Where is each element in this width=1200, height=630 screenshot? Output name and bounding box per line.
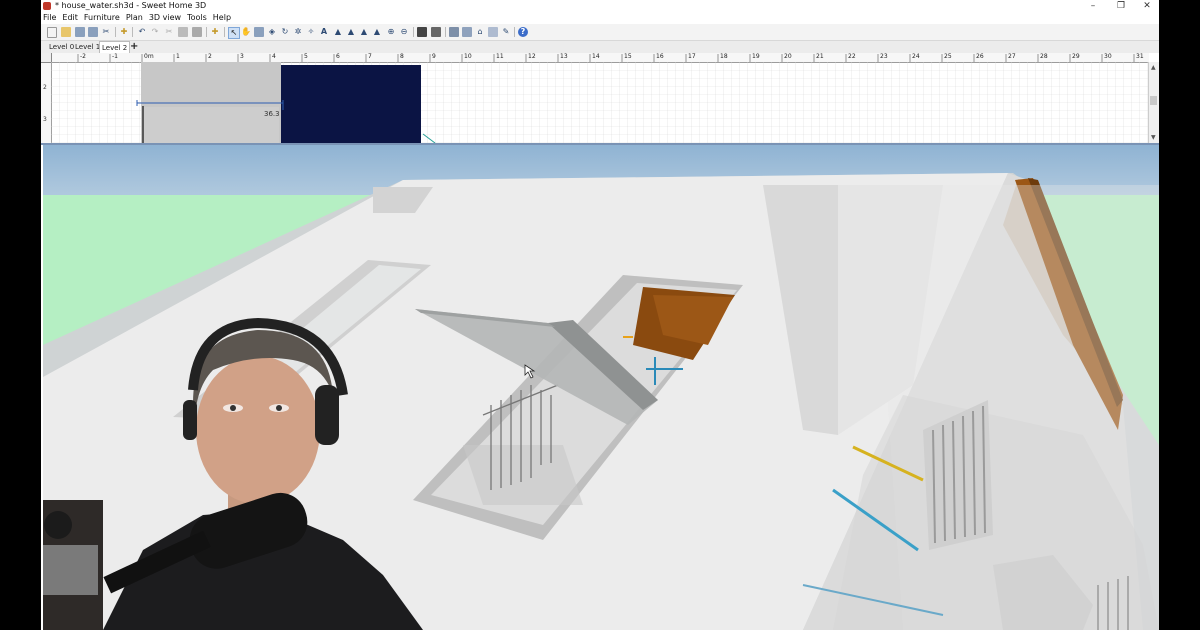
toolbar: ✂ ✚ ↶ ↷ ✂ ✚ ↖ ✋ ◈ ↻ ✲ ✧ A ▲ ▲ ▲ ▲ ⊕ ⊖ ⌂ …	[41, 24, 1159, 41]
ruler-label: 28	[1040, 53, 1048, 60]
ruler-label: 20	[784, 53, 792, 60]
import-furniture-icon[interactable]: ⌂	[475, 27, 485, 37]
ruler-label: -1	[112, 53, 118, 60]
ruler-label: 3	[240, 53, 244, 60]
ruler-label: 10	[464, 53, 472, 60]
ruler-label: 4	[272, 53, 276, 60]
app-logo-icon	[43, 2, 51, 10]
add-furniture-icon[interactable]: ✚	[119, 27, 129, 37]
title-bar: * house_water.sh3d - Sweet Home 3D – ❐ ✕	[41, 0, 1159, 12]
ruler-label: 14	[592, 53, 600, 60]
new-home-icon[interactable]	[47, 27, 57, 38]
ruler-label: 31	[1136, 53, 1144, 60]
side-ruler-label: 2	[43, 84, 47, 91]
text-style-2-icon[interactable]: ▲	[346, 27, 356, 37]
ruler-label: 12	[528, 53, 536, 60]
add-level-button[interactable]: +	[130, 41, 138, 53]
zoom-in-icon[interactable]: ⊕	[386, 27, 396, 37]
preferences-icon[interactable]: ✂	[101, 27, 111, 37]
menu-edit[interactable]: Edit	[59, 12, 81, 24]
menu-furniture[interactable]: Furniture	[81, 12, 123, 24]
ruler-label: 22	[848, 53, 856, 60]
text-style-3-icon[interactable]: ▲	[359, 27, 369, 37]
undo-icon[interactable]: ↶	[137, 27, 147, 37]
ruler-label: 27	[1008, 53, 1016, 60]
zoom-out-icon[interactable]: ⊖	[399, 27, 409, 37]
ruler-label: 21	[816, 53, 824, 60]
ruler-label: 19	[752, 53, 760, 60]
close-button[interactable]: ✕	[1137, 0, 1157, 12]
menu-help[interactable]: Help	[210, 12, 234, 24]
open-icon[interactable]	[61, 27, 71, 37]
add-icon[interactable]: ✚	[210, 27, 220, 37]
ruler-label: 2	[208, 53, 212, 60]
ruler-label: 6	[336, 53, 340, 60]
ruler-label: 11	[496, 53, 504, 60]
save-icon[interactable]	[75, 27, 85, 37]
export-pdf-icon[interactable]	[431, 27, 441, 37]
ruler-label: 17	[688, 53, 696, 60]
redo-icon[interactable]: ↷	[150, 27, 160, 37]
ruler-label: 18	[720, 53, 728, 60]
ruler-label: 23	[880, 53, 888, 60]
ruler-label: 13	[560, 53, 568, 60]
menu-bar: File Edit Furniture Plan 3D view Tools Help	[41, 12, 1159, 24]
menu-plan[interactable]: Plan	[123, 12, 146, 24]
minimize-button[interactable]: –	[1083, 0, 1103, 12]
select-mode-icon[interactable]: ↖	[228, 27, 240, 39]
tab-level-0[interactable]: Level 0	[49, 41, 74, 53]
ruler-label: 30	[1104, 53, 1112, 60]
side-ruler-label: 3	[43, 116, 47, 123]
pan-mode-icon[interactable]: ✋	[241, 27, 251, 37]
plan-canvas[interactable]	[51, 62, 1149, 143]
create-rooms-icon[interactable]: ◈	[267, 27, 277, 37]
plan-scrollbar[interactable]: ▲ ▼	[1148, 62, 1159, 143]
add-text-icon[interactable]: A	[319, 27, 329, 37]
level-tabs: Level 0 Level 1 Level 2 +	[41, 41, 1159, 53]
dimension-label: 36.3	[264, 110, 280, 118]
ruler-label: 25	[944, 53, 952, 60]
headphones	[315, 385, 339, 445]
import-texture-icon[interactable]	[488, 27, 498, 37]
ruler-label: 15	[624, 53, 632, 60]
create-photo-icon[interactable]	[449, 27, 459, 37]
window-title: * house_water.sh3d - Sweet Home 3D	[55, 1, 207, 10]
create-walls-icon[interactable]	[254, 27, 264, 37]
ruler-label: 8	[400, 53, 404, 60]
create-polylines-icon[interactable]: ↻	[280, 27, 290, 37]
ruler-label: 7	[368, 53, 372, 60]
copy-icon[interactable]	[178, 27, 188, 37]
menu-file[interactable]: File	[41, 12, 59, 24]
save-as-icon[interactable]	[88, 27, 98, 37]
presenter-face	[196, 356, 320, 504]
ruler-label: 26	[976, 53, 984, 60]
cut-icon[interactable]: ✂	[164, 27, 174, 37]
print-icon[interactable]	[417, 27, 427, 37]
sweet-home-3d-window: * house_water.sh3d - Sweet Home 3D – ❐ ✕…	[41, 0, 1159, 630]
menu-tools[interactable]: Tools	[184, 12, 210, 24]
create-video-icon[interactable]	[462, 27, 472, 37]
text-style-1-icon[interactable]: ▲	[333, 27, 343, 37]
ruler-label: 9	[432, 53, 436, 60]
menu-3d-view[interactable]: 3D view	[146, 12, 184, 24]
ruler-label: 5	[304, 53, 308, 60]
ruler-label: 1	[176, 53, 180, 60]
create-labels-icon[interactable]: ✧	[306, 27, 316, 37]
ruler-label: 16	[656, 53, 664, 60]
ruler-label: -2	[80, 53, 86, 60]
ruler-label: 29	[1072, 53, 1080, 60]
create-dimensions-icon[interactable]: ✲	[293, 27, 303, 37]
plan-room-dark[interactable]	[281, 65, 421, 143]
3d-view[interactable]	[43, 145, 1159, 630]
help-icon[interactable]: ?	[518, 27, 528, 37]
paste-icon[interactable]	[192, 27, 202, 37]
tab-level-2[interactable]: Level 2	[99, 41, 131, 53]
import-wizard-icon[interactable]: ✎	[501, 27, 511, 37]
restore-button[interactable]: ❐	[1111, 0, 1131, 12]
ruler-label: 0m	[144, 53, 154, 60]
tab-level-1[interactable]: Level 1	[75, 41, 100, 53]
ruler-label: 24	[912, 53, 920, 60]
plan-view[interactable]: -2 -1 0m 1 2 3 4 5 6 7 8 9 10 11 12 13 14 15 16 17 18 19 20 21 2…	[41, 53, 1159, 145]
text-style-4-icon[interactable]: ▲	[372, 27, 382, 37]
